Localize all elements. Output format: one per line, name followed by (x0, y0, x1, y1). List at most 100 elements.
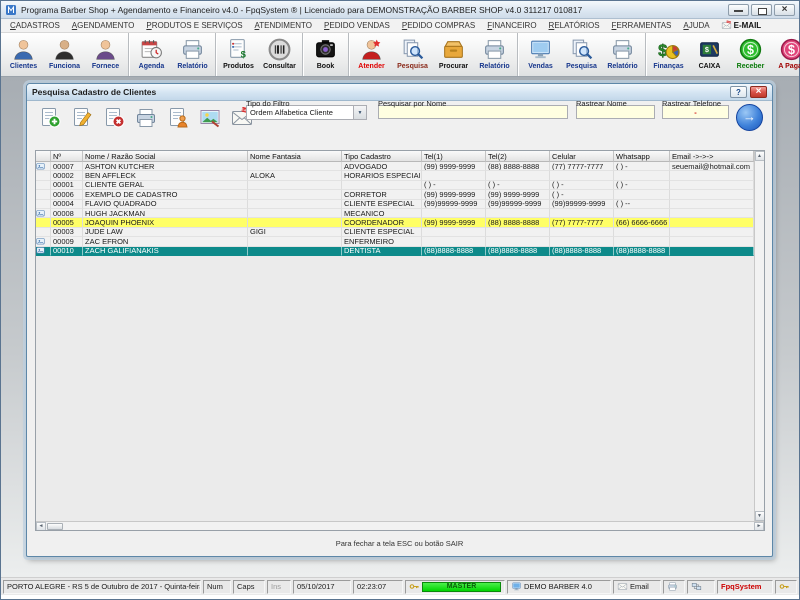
scroll-up-icon[interactable]: ▲ (755, 151, 765, 161)
finance-icon: $ (656, 37, 681, 62)
column-header-tel-1[interactable]: Tel(1) (422, 151, 486, 162)
toolbar-button-agenda[interactable]: Agenda (131, 34, 172, 75)
table-row-cliente-geral[interactable]: 00001CLIENTE GERAL( ) -( ) -( ) -( ) - (36, 181, 754, 190)
edit-record-icon (70, 106, 94, 130)
menu-item-agendamento[interactable]: AGENDAMENTO (67, 20, 140, 31)
toolbar-button-atender[interactable]: Atender (351, 34, 392, 75)
svg-text:$: $ (747, 43, 754, 57)
column-header-tipo-cadastro[interactable]: Tipo Cadastro (342, 151, 422, 162)
minimize-button[interactable] (728, 4, 749, 16)
menu-item-pedido-compras[interactable]: PEDIDO COMPRAS (397, 20, 480, 31)
cell-cell: (88)8888-8888 (550, 247, 614, 256)
icon-cell (36, 218, 51, 227)
horizontal-scrollbar[interactable]: ◄ ► (36, 521, 764, 530)
icon-cell (36, 228, 51, 237)
scroll-down-icon[interactable]: ▼ (755, 511, 765, 521)
add-record-button[interactable] (35, 104, 64, 131)
scrollbar-thumb[interactable] (47, 523, 63, 530)
cell-whatsapp (614, 228, 670, 237)
edit-record-button[interactable] (67, 104, 96, 131)
delete-record-button[interactable] (99, 104, 128, 131)
table-row-flavio-quadrado[interactable]: 00004FLAVIO QUADRADOCLIENTE ESPECIAL(99)… (36, 200, 754, 209)
contact-doc-button[interactable] (163, 104, 192, 131)
toolbar-button-pesquisa[interactable]: Pesquisa (561, 34, 602, 75)
cell-tel1: (99) 9999-9999 (422, 218, 486, 227)
table-row-zac-efron[interactable]: 00009ZAC EFRONENFERMEIRO (36, 237, 754, 246)
menu-item-pedido-vendas[interactable]: PEDIDO VENDAS (319, 20, 395, 31)
column-header-nome-fantasia[interactable]: Nome Fantasia (248, 151, 342, 162)
column-header-n[interactable]: Nº (51, 151, 83, 162)
cell-type: COORDENADOR (342, 218, 422, 227)
cell-tel1: (88)8888-8888 (422, 247, 486, 256)
toolbar-button-receber[interactable]: $Receber (730, 34, 771, 75)
toolbar-button-consultar[interactable]: Consultar (259, 34, 300, 75)
dialog-close-button[interactable] (750, 86, 767, 98)
restore-button[interactable] (751, 4, 772, 16)
toolbar-button-a-pagar[interactable]: $A Pagar (771, 34, 800, 75)
toolbar-button-fornece[interactable]: Fornece (85, 34, 126, 75)
search-go-button[interactable] (736, 104, 763, 131)
svg-text:$: $ (788, 43, 795, 57)
table-row-zach-galifianakis[interactable]: 00010ZACH GALIFIANAKISDENTISTA(88)8888-8… (36, 247, 754, 256)
icon-cell (36, 190, 51, 199)
toolbar-button-pesquisa[interactable]: Pesquisa (392, 34, 433, 75)
toolbar-button-relat-rio[interactable]: Relatório (474, 34, 515, 75)
toolbar-button-vendas[interactable]: Vendas (520, 34, 561, 75)
print-button[interactable] (131, 104, 160, 131)
menu-item-ajuda[interactable]: AJUDA (678, 20, 714, 31)
cell-fantasy (248, 190, 342, 199)
toolbar-button-procurar[interactable]: Procurar (433, 34, 474, 75)
toolbar-button-clientes[interactable]: Clientes (3, 34, 44, 75)
toolbar-button-relat-rio[interactable]: Relatório (172, 34, 213, 75)
table-row-exemplo-de-cadastro[interactable]: 00006EXEMPLO DE CADASTROCORRETOR(99) 999… (36, 190, 754, 199)
toolbar-button-produtos[interactable]: $Produtos (218, 34, 259, 75)
column-header-email[interactable]: Email ->->-> (670, 151, 754, 162)
photo-button[interactable] (195, 104, 224, 131)
cell-cell: ( ) - (550, 181, 614, 190)
column-header-celular[interactable]: Celular (550, 151, 614, 162)
menu-item-financeiro[interactable]: FINANCEIRO (482, 20, 541, 31)
table-row-ben-affleck[interactable]: 00002BEN AFFLECKALOKAHORARIOS ESPECIAIS (36, 171, 754, 180)
status-bar: PORTO ALEGRE - RS 5 de Outubro de 2017 -… (1, 577, 799, 595)
cell-tel1 (422, 237, 486, 246)
column-header-nome-raz-o-social[interactable]: Nome / Razão Social (83, 151, 248, 162)
menu-item-produtos-e-servi-os[interactable]: PRODUTOS E SERVIÇOS (141, 20, 247, 31)
search-name-field: Pesquisar por Nome (378, 105, 568, 119)
status-panel-printer (663, 580, 685, 594)
menu-item-relat-rios[interactable]: RELATÓRIOS (544, 20, 605, 31)
table-row-hugh-jackman[interactable]: 00008HUGH JACKMANMECANICO (36, 209, 754, 218)
chevron-down-icon[interactable] (353, 106, 366, 119)
table-row-jude-law[interactable]: 00003JUDE LAWGIGICLIENTE ESPECIAL (36, 228, 754, 237)
menu-item-email[interactable]: E-MAILE-MAIL (717, 20, 766, 31)
table-row-joaquin-phoenix[interactable]: 00005JOAQUIN PHOENIXCOORDENADOR(99) 9999… (36, 218, 754, 227)
print-icon (134, 106, 158, 130)
cell-name: ZACH GALIFIANAKIS (83, 247, 248, 256)
cell-tel2: ( ) - (486, 181, 550, 190)
toolbar-button-book[interactable]: Book (305, 34, 346, 75)
column-header-whatsapp[interactable]: Whatsapp (614, 151, 670, 162)
column-header-icon[interactable] (36, 151, 51, 162)
dialog-help-button[interactable] (730, 86, 747, 98)
menu-item-cadastros[interactable]: CADASTROS (5, 20, 65, 31)
toolbar-button-caixa[interactable]: $CAIXA (689, 34, 730, 75)
cell-tel2: (88)8888-8888 (486, 247, 550, 256)
monitor-icon (511, 581, 522, 592)
toolbar-button-finan-as[interactable]: $Finanças (648, 34, 689, 75)
menu-item-atendimento[interactable]: ATENDIMENTO (250, 20, 318, 31)
cell-name: EXEMPLO DE CADASTRO (83, 190, 248, 199)
scroll-left-icon[interactable]: ◄ (36, 522, 46, 531)
cell-name: FLAVIO QUADRADO (83, 200, 248, 209)
column-header-tel-2[interactable]: Tel(2) (486, 151, 550, 162)
cell-num: 00003 (51, 228, 83, 237)
menu-item-ferramentas[interactable]: FERRAMENTAS (607, 20, 677, 31)
scroll-right-icon[interactable]: ► (754, 522, 764, 531)
filter-type-label: Tipo do Filtro (246, 99, 290, 108)
filter-type-value: Ordem Alfabetica Cliente (247, 108, 353, 117)
photo-row-icon-cell (36, 162, 51, 171)
close-button[interactable] (774, 4, 795, 16)
table-row-ashton-kutcher[interactable]: 00007ASHTON KUTCHERADVOGADO(99) 9999-999… (36, 162, 754, 171)
cell-num: 00002 (51, 171, 83, 180)
vertical-scrollbar[interactable]: ▲ ▼ (754, 151, 764, 521)
toolbar-button-funciona[interactable]: Funciona (44, 34, 85, 75)
toolbar-button-relat-rio[interactable]: Relatório (602, 34, 643, 75)
